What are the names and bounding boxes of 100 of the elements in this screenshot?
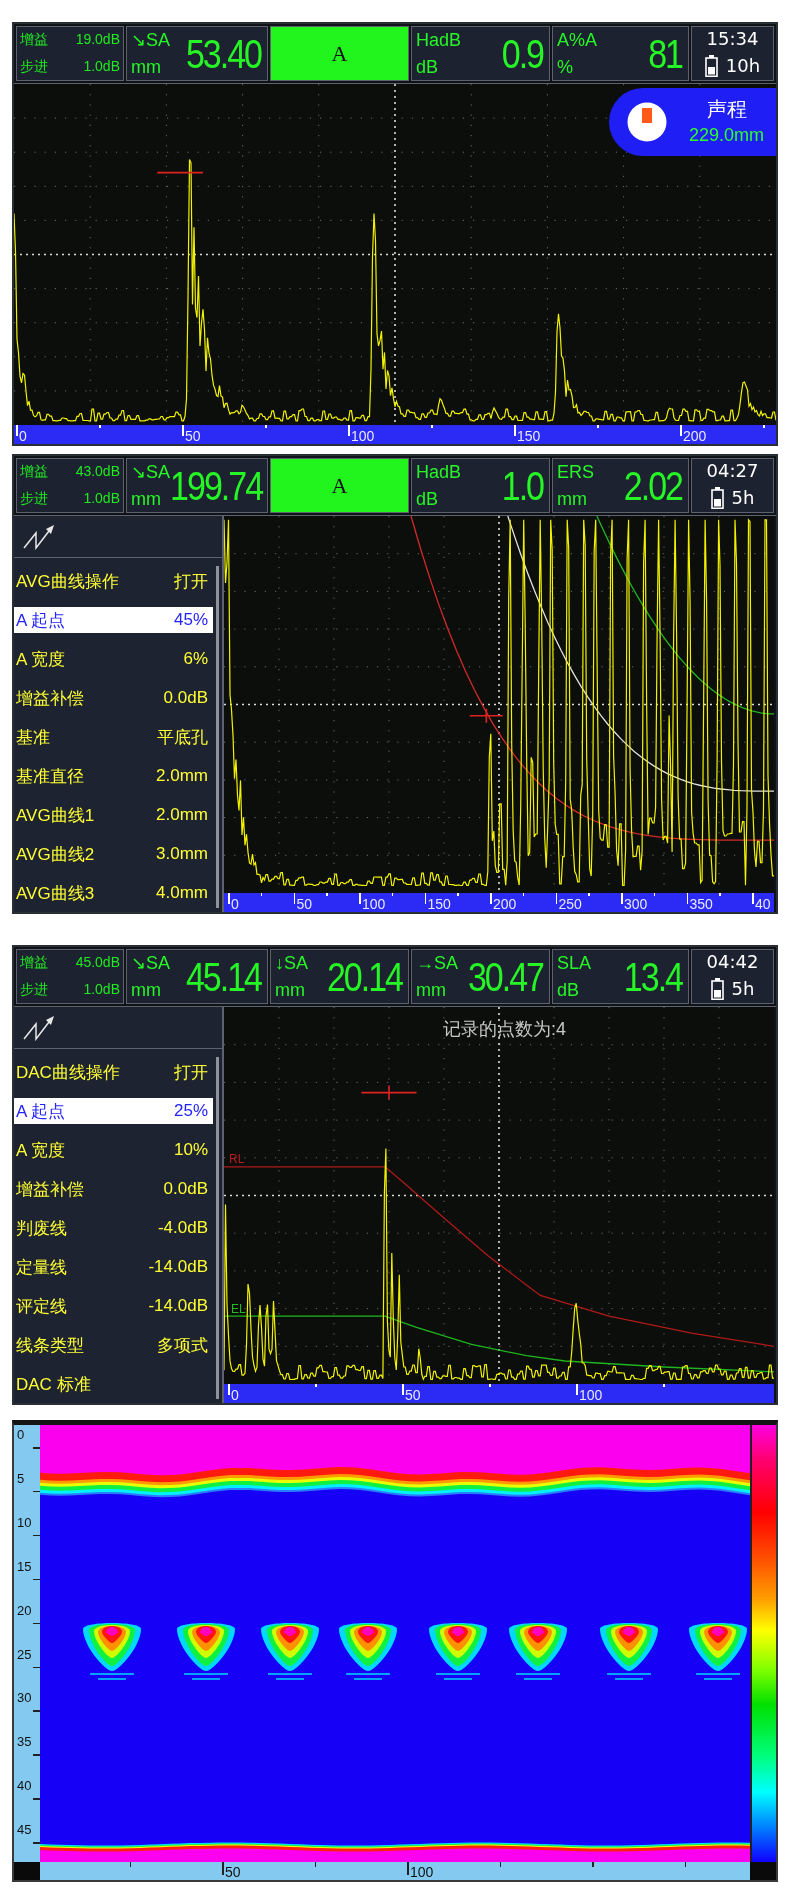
- menu-item-label: 增益补偿: [16, 1178, 84, 1201]
- axis-label: 200: [683, 428, 707, 444]
- menu-item[interactable]: A 起点 45%: [14, 607, 213, 633]
- menu-item[interactable]: A 宽度 6%: [14, 646, 213, 672]
- scroll-bar[interactable]: [216, 1057, 219, 1399]
- menu-item-label: DAC曲线操作: [16, 1061, 120, 1084]
- menu-item-value: 25%: [173, 1101, 208, 1121]
- menu-item-label: 基准直径: [16, 765, 84, 788]
- axis-label: 50: [405, 1387, 421, 1403]
- menu-item-label: A 宽度: [16, 648, 66, 671]
- gain-label: 增益: [20, 954, 48, 973]
- menu-item-value: -4.0dB: [157, 1218, 208, 1238]
- menu-item-label: 增益补偿: [16, 687, 84, 710]
- gain-label: 增益: [20, 31, 48, 50]
- axis-label: 100: [579, 1387, 603, 1403]
- axis-label: 100: [410, 1864, 434, 1880]
- reading-unit: dB: [416, 57, 440, 76]
- axis-label: 150: [517, 428, 541, 444]
- echo-blob: [261, 1623, 319, 1680]
- sawtooth-arrow-icon[interactable]: [22, 1014, 56, 1041]
- reading-unit: %: [557, 57, 574, 76]
- gain-value: 19.0dB: [75, 31, 120, 50]
- badge-value: 229.0mm: [688, 126, 764, 146]
- axis-label: 200: [493, 896, 517, 912]
- reading-unit: dB: [557, 980, 581, 999]
- step-label: 步进: [20, 980, 48, 999]
- menu-item[interactable]: AVG曲线操作 打开: [14, 568, 213, 594]
- menu-item-value: 2.0mm: [156, 766, 208, 786]
- menu-item[interactable]: DAC 标准: [14, 1371, 213, 1397]
- step-label: 步进: [20, 57, 48, 76]
- menu-item-label: 线条类型: [16, 1334, 84, 1357]
- axis-label: 0: [231, 1387, 239, 1403]
- menu-item-value: 10%: [173, 1140, 208, 1160]
- menu-item[interactable]: AVG曲线1 2.0mm: [14, 802, 213, 828]
- echo-blob: [689, 1623, 747, 1680]
- echo-blob: [429, 1623, 487, 1680]
- gate-indicator: A: [270, 26, 409, 81]
- reading-value: 13.4: [623, 956, 684, 997]
- step-value: 1.0dB: [83, 980, 120, 999]
- echo-blob: [83, 1623, 141, 1680]
- clock-time: 04:42: [706, 953, 759, 972]
- curve-label: RL: [229, 1152, 245, 1167]
- menu-item[interactable]: 定量线 -14.0dB: [14, 1254, 213, 1280]
- menu-item[interactable]: A 宽度 10%: [14, 1137, 213, 1163]
- gain-value: 43.0dB: [75, 463, 120, 482]
- reading-label: HadB: [416, 463, 462, 482]
- reading-unit: mm: [557, 489, 588, 508]
- menu-item[interactable]: 增益补偿 0.0dB: [14, 685, 213, 711]
- step-value: 1.0dB: [83, 489, 120, 508]
- reading-value: 53.40: [185, 33, 263, 74]
- menu-item[interactable]: 增益补偿 0.0dB: [14, 1176, 213, 1202]
- reading-value: 45.14: [185, 956, 263, 997]
- menu-item-value: -14.0dB: [148, 1296, 208, 1316]
- menu-item[interactable]: 基准直径 2.0mm: [14, 763, 213, 789]
- echo-blob: [509, 1623, 567, 1680]
- gate-marker: [469, 708, 504, 724]
- reading-unit: mm: [131, 489, 162, 508]
- battery-icon: [704, 54, 718, 77]
- menu-item-label: A 起点: [16, 609, 66, 632]
- menu-item[interactable]: 评定线 -14.0dB: [14, 1293, 213, 1319]
- menu-item[interactable]: 线条类型 多项式: [14, 1332, 213, 1358]
- echo-blob: [177, 1623, 235, 1680]
- menu-item-value: 多项式: [157, 1334, 208, 1357]
- reading-unit: mm: [416, 980, 447, 999]
- menu-item-value: -14.0dB: [148, 1257, 208, 1277]
- axis-label: 15: [17, 1559, 32, 1573]
- menu-item-label: 基准: [16, 726, 50, 749]
- menu-item[interactable]: 基准 平底孔: [14, 724, 213, 750]
- menu-item[interactable]: DAC曲线操作 打开: [14, 1059, 213, 1085]
- axis-label: 150: [427, 896, 451, 912]
- reading-value: 199.74: [170, 465, 264, 506]
- axis-label: 50: [225, 1864, 241, 1880]
- axis-label: 250: [558, 896, 582, 912]
- echo-blob: [600, 1623, 658, 1680]
- menu-item-value: 平底孔: [157, 726, 208, 749]
- step-label: 步进: [20, 489, 48, 508]
- reading-value: 1.0: [501, 465, 545, 506]
- reading-unit: mm: [275, 980, 306, 999]
- menu-item-label: 判废线: [16, 1217, 67, 1240]
- gate-marker: [156, 171, 204, 174]
- axis-label: 100: [362, 896, 386, 912]
- echo-blob: [339, 1623, 397, 1680]
- scroll-bar[interactable]: [216, 566, 219, 908]
- reading-value: 20.14: [326, 956, 404, 997]
- sawtooth-arrow-icon[interactable]: [22, 523, 56, 550]
- menu-item-value: 2.0mm: [156, 805, 208, 825]
- menu-item[interactable]: A 起点 25%: [14, 1098, 213, 1124]
- axis-label: 35: [17, 1735, 32, 1749]
- axis-label: 50: [296, 896, 313, 912]
- dial-icon: [627, 102, 667, 142]
- axis-label: 45: [17, 1823, 32, 1837]
- menu-item[interactable]: AVG曲线3 4.0mm: [14, 880, 213, 906]
- axis-label: 5: [17, 1471, 25, 1485]
- menu-item-value: 3.0mm: [156, 844, 208, 864]
- reading-value: 2.02: [623, 465, 684, 506]
- reading-unit: mm: [131, 57, 162, 76]
- menu-item[interactable]: AVG曲线2 3.0mm: [14, 841, 213, 867]
- menu-item-label: A 起点: [16, 1100, 66, 1123]
- menu-item[interactable]: 判废线 -4.0dB: [14, 1215, 213, 1241]
- reading-value: 81: [648, 33, 684, 74]
